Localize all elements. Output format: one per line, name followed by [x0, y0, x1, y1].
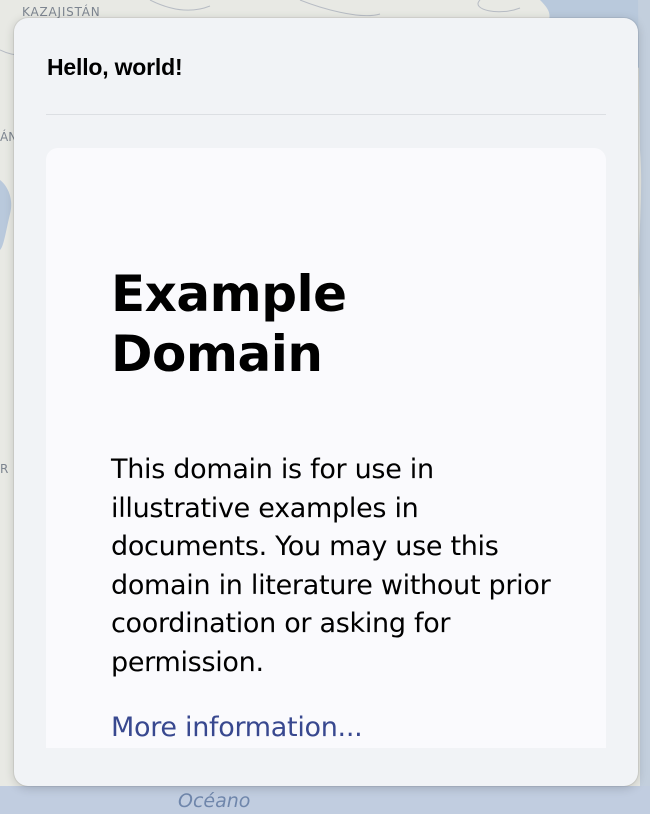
map-label-edge: R — [0, 462, 9, 476]
panel-divider — [46, 114, 606, 115]
embedded-page-frame[interactable]: Example Domain This domain is for use in… — [46, 148, 606, 748]
map-label-country: KAZAJISTÁN — [22, 5, 101, 19]
more-information-link[interactable]: More information... — [111, 709, 363, 747]
page-title: Example Domain — [111, 265, 347, 383]
map-label-ocean: Océano — [178, 790, 251, 812]
panel-title: Hello, world! — [47, 54, 183, 80]
page-description: This domain is for use in illustrative e… — [111, 454, 551, 678]
popup-panel: Hello, world! Example Domain This domain… — [14, 18, 638, 786]
